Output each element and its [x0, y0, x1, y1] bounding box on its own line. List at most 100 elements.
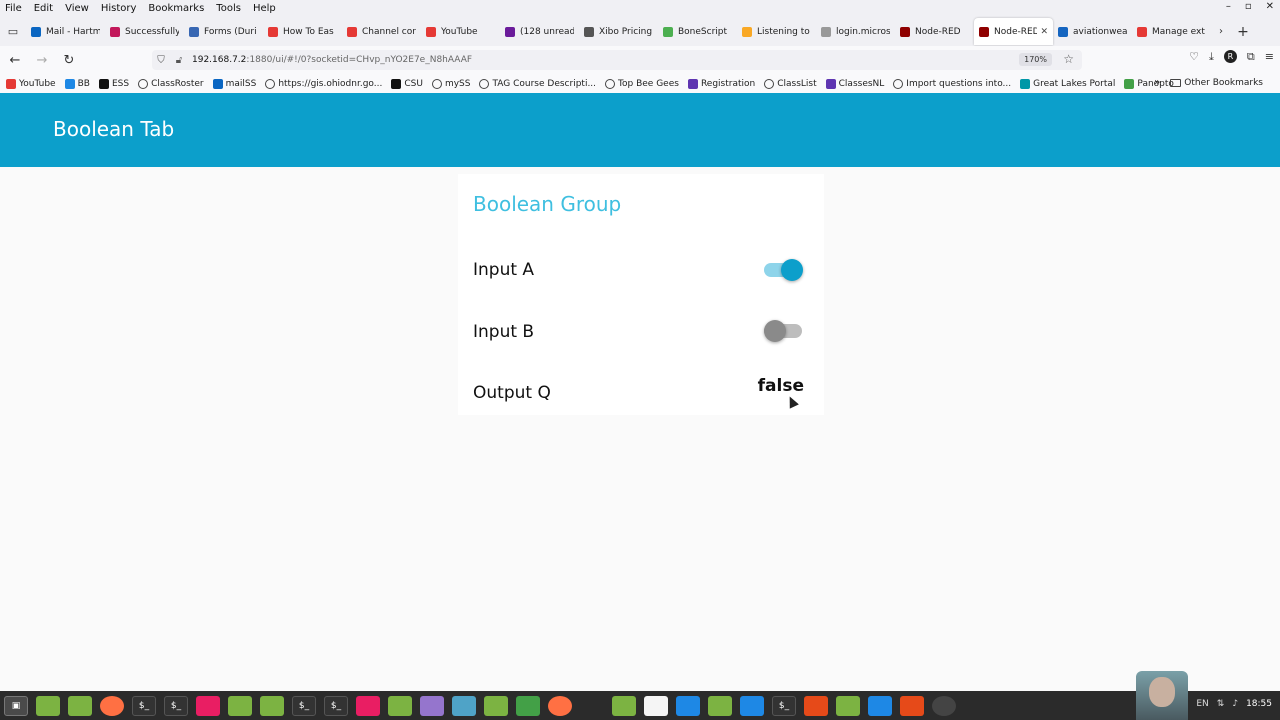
bookmark-item[interactable]: ESS — [98, 78, 129, 89]
account-avatar-icon[interactable]: R — [1223, 50, 1237, 63]
terminal-icon[interactable]: $_ — [324, 695, 348, 716]
files-icon[interactable] — [68, 695, 92, 716]
document-icon[interactable] — [868, 695, 892, 716]
bookmark-item[interactable]: CSU — [391, 78, 423, 89]
input-b-label: Input B — [473, 322, 535, 342]
menu-item-edit[interactable]: Edit — [28, 3, 59, 14]
dashboard-header: Boolean Tab — [0, 93, 1280, 167]
browser-tab[interactable]: Successfully — [105, 18, 184, 45]
bookmark-item[interactable]: Great Lakes Portal — [1020, 78, 1115, 89]
terminal-icon[interactable]: $_ — [164, 695, 188, 716]
bookmark-item[interactable]: Registration — [687, 78, 755, 89]
back-button[interactable]: ← — [3, 48, 27, 72]
browser-tab[interactable]: YouTube — [421, 18, 500, 45]
document-icon[interactable] — [676, 695, 700, 716]
browser-tab[interactable]: Mail - Hartm — [26, 18, 105, 45]
firefox-icon[interactable] — [100, 695, 124, 716]
webcam-face — [1149, 677, 1175, 707]
terminal-icon[interactable]: $_ — [292, 695, 316, 716]
bookmark-item[interactable]: ClassesNL — [825, 78, 884, 89]
tab-favicon-icon — [1058, 26, 1068, 37]
address-bar[interactable]: ⛉ 🔓︎ 192.168.7.2:1880/ui/#!/0?socketid=C… — [152, 50, 1082, 70]
files-icon[interactable] — [228, 695, 252, 716]
document-icon[interactable] — [740, 695, 764, 716]
browser-tab[interactable]: BoneScript — [658, 18, 737, 45]
presentation-icon[interactable] — [804, 695, 828, 716]
browser-tab[interactable]: Xibo Pricing — [579, 18, 658, 45]
files-icon[interactable] — [260, 695, 284, 716]
drawing-app-icon[interactable] — [452, 695, 476, 716]
tab-overflow-chevron-icon[interactable]: › — [1211, 26, 1231, 37]
text-editor-icon[interactable] — [420, 695, 444, 716]
menu-item-help[interactable]: Help — [247, 3, 282, 14]
network-icon[interactable]: ⇅ — [1217, 699, 1225, 709]
reload-button[interactable]: ↻ — [57, 48, 81, 72]
zoom-level-badge[interactable]: 170% — [1019, 53, 1052, 66]
downloads-icon[interactable]: ⤓ — [1209, 50, 1214, 64]
files-icon[interactable] — [388, 695, 412, 716]
bookmark-item[interactable]: BB — [64, 78, 90, 89]
clock-app-icon[interactable] — [932, 695, 956, 716]
bookmark-star-icon[interactable]: ☆ — [1063, 52, 1074, 66]
shield-icon[interactable]: ⛉ — [152, 55, 170, 66]
clock[interactable]: 18:55 — [1246, 699, 1272, 709]
browser-tab[interactable]: Listening to — [737, 18, 816, 45]
bookmark-item[interactable]: Top Bee Gees — [605, 78, 679, 89]
menu-item-file[interactable]: File — [0, 3, 28, 14]
tab-list-icon[interactable]: ▭ — [0, 17, 26, 46]
bookmark-item[interactable]: mailSS — [212, 78, 256, 89]
chrome-icon[interactable] — [644, 695, 668, 716]
extensions-icon[interactable]: ⧉ — [1247, 50, 1255, 64]
image-viewer-icon[interactable] — [196, 695, 220, 716]
bookmark-item[interactable]: ClassRoster — [138, 78, 204, 89]
terminal-icon[interactable]: $_ — [132, 695, 156, 716]
browser-tab[interactable]: (128 unread — [500, 18, 579, 45]
browser-tab[interactable]: Node-RED ✕ — [974, 18, 1053, 45]
files-icon[interactable] — [836, 695, 860, 716]
bookmark-item[interactable]: https://gis.ohiodnr.go... — [265, 78, 382, 89]
bookmark-item[interactable]: YouTube — [6, 78, 56, 89]
files-icon[interactable] — [484, 695, 508, 716]
start-menu-icon[interactable]: ▣ — [4, 695, 28, 716]
browser-tab[interactable]: aviationwea — [1053, 18, 1132, 45]
input-b-switch[interactable] — [764, 319, 804, 343]
bookmark-item[interactable]: mySS — [431, 78, 470, 89]
language-indicator[interactable]: EN — [1196, 699, 1208, 709]
files-icon[interactable] — [708, 695, 732, 716]
menu-item-history[interactable]: History — [95, 3, 143, 14]
bookmark-item[interactable]: Import questions into... — [893, 78, 1011, 89]
firefox-icon[interactable] — [548, 695, 572, 716]
menu-item-tools[interactable]: Tools — [210, 3, 247, 14]
browser-tab[interactable]: login.microsoft — [816, 18, 895, 45]
bookmarks-overflow-icon[interactable]: » — [1154, 77, 1160, 88]
terminal-icon[interactable]: $_ — [772, 695, 796, 716]
new-tab-button[interactable]: + — [1231, 24, 1255, 40]
browser-tab[interactable]: How To Eas — [263, 18, 342, 45]
minimize-icon[interactable]: – — [1226, 1, 1231, 12]
volume-icon[interactable]: ♪ — [1232, 699, 1238, 709]
insecure-lock-icon[interactable]: 🔓︎ — [170, 55, 188, 66]
presentation-icon[interactable] — [900, 695, 924, 716]
close-window-icon[interactable]: ✕ — [1266, 1, 1274, 12]
menu-item-bookmarks[interactable]: Bookmarks — [142, 3, 210, 14]
input-a-switch[interactable] — [764, 258, 804, 282]
files-icon[interactable] — [612, 695, 636, 716]
bookmark-item[interactable]: ClassList — [764, 78, 817, 89]
taskbar: ▣ $_ $_ $_ $_ $_ ● EN ⇅ ♪ 18:55 — [0, 691, 1280, 720]
browser-tab[interactable]: Forms (Duri — [184, 18, 263, 45]
close-tab-icon[interactable]: ✕ — [1040, 27, 1048, 37]
bookmark-item[interactable]: TAG Course Descripti... — [479, 78, 597, 89]
spreadsheet-icon[interactable] — [516, 695, 540, 716]
browser-tab[interactable]: Manage ext — [1132, 18, 1211, 45]
files-icon[interactable] — [36, 695, 60, 716]
forward-button[interactable]: → — [30, 48, 54, 72]
maximize-icon[interactable]: ▫ — [1245, 1, 1252, 12]
bookmark-label: TAG Course Descripti... — [492, 78, 597, 89]
menu-item-view[interactable]: View — [59, 3, 95, 14]
other-bookmarks-folder[interactable]: Other Bookmarks — [1170, 78, 1263, 88]
browser-tab[interactable]: Channel cor — [342, 18, 421, 45]
image-viewer-icon[interactable] — [356, 695, 380, 716]
browser-tab[interactable]: Node-RED — [895, 18, 974, 45]
app-menu-icon[interactable]: ≡ — [1265, 50, 1274, 64]
pocket-icon[interactable]: ♡ — [1189, 50, 1199, 64]
